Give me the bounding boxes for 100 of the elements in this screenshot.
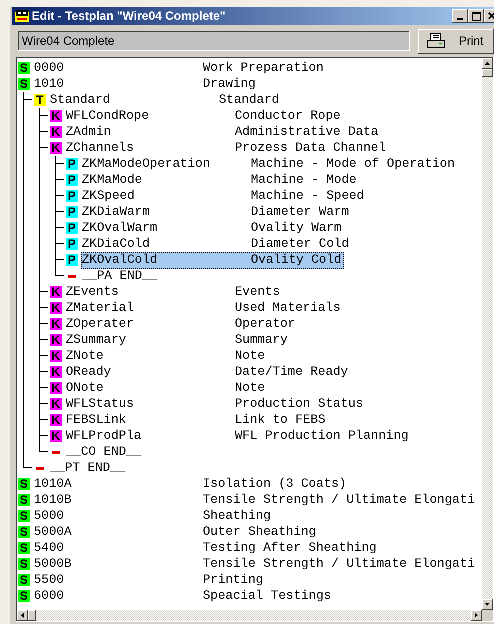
tree-item[interactable]: 5000B Tensile Strength / Ultimate Elongati: [33, 556, 478, 572]
printer-icon: [427, 33, 445, 49]
window-title: Edit - Testplan "Wire04 Complete": [32, 9, 227, 23]
tree-item[interactable]: ZKOvalCold Ovality Cold: [81, 252, 344, 268]
tree-item[interactable]: 6000 Speacial Testings: [33, 588, 334, 604]
tree-item[interactable]: 1010A Isolation (3 Coats): [33, 476, 349, 492]
tree-item[interactable]: __PA END__: [81, 268, 253, 284]
type-badge: S: [18, 494, 30, 506]
type-badge: K: [50, 302, 62, 314]
tree-item[interactable]: ZKMaMode Machine - Mode: [81, 172, 359, 188]
item-code: 1010: [34, 77, 66, 91]
item-code: ZKMaMode: [82, 173, 144, 187]
item-description: Operator: [235, 317, 296, 331]
type-badge: K: [50, 286, 62, 298]
tree-branch-line: [55, 244, 56, 252]
item-code: ZKMaModeOperation: [82, 157, 212, 171]
type-badge: S: [18, 590, 30, 602]
tree-item[interactable]: Standard Standard: [49, 92, 282, 108]
tree-branch-line: [39, 388, 40, 396]
tree-item[interactable]: 5400 Testing After Sheathing: [33, 540, 379, 556]
tree-item[interactable]: ZEvents Events: [65, 284, 282, 300]
tree-item[interactable]: WFLCondRope Conductor Rope: [65, 108, 343, 124]
type-badge: K: [50, 126, 62, 138]
tree-item[interactable]: ONote Note: [65, 380, 268, 396]
tree-connector-line: [55, 172, 64, 180]
tree-item[interactable]: ZOperater Operator: [65, 316, 298, 332]
tree-branch-line: [39, 132, 40, 140]
item-code: ZKDiaWarm: [82, 205, 152, 219]
tree-item[interactable]: ZChannels Prozess Data Channel: [65, 140, 388, 156]
tree-branch-line: [39, 324, 40, 332]
tree-item[interactable]: ZNote Note: [65, 348, 268, 364]
tree-item[interactable]: ZKDiaCold Diameter Cold: [81, 236, 352, 252]
minimize-button[interactable]: [452, 9, 468, 23]
tree-item[interactable]: 5000 Sheathing: [33, 508, 274, 524]
item-code: ONote: [66, 381, 105, 395]
type-badge: S: [18, 542, 30, 554]
tree-item[interactable]: FEBSLink Link to FEBS: [65, 412, 328, 428]
item-code: 5400: [34, 541, 66, 555]
tree-item[interactable]: OReady Date/Time Ready: [65, 364, 350, 380]
scroll-thumb[interactable]: [482, 69, 493, 77]
item-description: Prozess Data Channel: [235, 141, 386, 155]
item-description: Speacial Testings: [203, 589, 332, 603]
type-badge: S: [18, 574, 30, 586]
item-description: Drawing: [203, 77, 256, 91]
tree-item[interactable]: ZMaterial Used Materials: [65, 300, 343, 316]
tree-item[interactable]: ZKOvalWarm Ovality Warm: [81, 220, 344, 236]
tree-connector-line: [39, 364, 48, 372]
tree-item[interactable]: ZKMaModeOperation Machine - Mode of Operation: [81, 156, 458, 172]
vertical-scrollbar[interactable]: [482, 58, 493, 610]
item-code: ZAdmin: [66, 125, 112, 139]
tree-item[interactable]: 1010 Drawing: [33, 76, 258, 92]
type-badge: K: [50, 366, 62, 378]
tree-item[interactable]: WFLProdPla WFL Production Planning: [65, 428, 411, 444]
plan-name-field[interactable]: Wire04 Complete: [18, 31, 410, 51]
item-code: ZKSpeed: [82, 189, 136, 203]
type-badge: T: [34, 94, 46, 106]
item-code: 6000: [34, 589, 66, 603]
tree-connector-line: [39, 380, 48, 388]
item-code: ZKOvalCold: [82, 253, 159, 267]
tree-branch-line: [55, 164, 56, 172]
scroll-thumb[interactable]: [28, 610, 36, 621]
tree-connector-line: [55, 236, 64, 244]
tree-item[interactable]: 0000 Work Preparation: [33, 60, 326, 76]
tree-connector-line: [39, 140, 48, 148]
type-badge: K: [50, 382, 62, 394]
tree-item[interactable]: ZKSpeed Machine - Speed: [81, 188, 366, 204]
end-marker-icon: [52, 450, 60, 454]
tree-connector-line: [39, 316, 48, 324]
tree-branch-line: [39, 356, 40, 364]
type-badge: P: [66, 174, 78, 186]
tree-item[interactable]: __CO END__: [65, 444, 237, 460]
item-description: Machine - Mode of Operation: [251, 157, 456, 171]
type-badge: K: [50, 398, 62, 410]
maximize-button[interactable]: [468, 9, 484, 23]
tree-connector-line: [23, 92, 32, 100]
tree-branch-line: [39, 372, 40, 380]
print-button[interactable]: Print: [418, 28, 494, 54]
tree-connector-line: [39, 412, 48, 420]
tree-item[interactable]: ZKDiaWarm Diameter Warm: [81, 204, 352, 220]
tree-item[interactable]: 5000A Outer Sheathing: [33, 524, 318, 540]
size-grip[interactable]: [482, 610, 493, 621]
item-code: OReady: [66, 365, 112, 379]
tree-item[interactable]: 1010B Tensile Strength / Ultimate Elongati: [33, 492, 478, 508]
end-marker-icon: [36, 466, 44, 470]
scroll-down-arrow-icon: [485, 603, 490, 606]
tree-branch-line: [55, 228, 56, 236]
tree-item[interactable]: ZAdmin Administrative Data: [65, 124, 381, 140]
tree-connector-line: [39, 284, 48, 292]
tree-item[interactable]: ZSummary Summary: [65, 332, 290, 348]
type-badge: S: [18, 526, 30, 538]
item-description: Ovality Warm: [251, 221, 342, 235]
tree-item[interactable]: __PT END__: [49, 460, 221, 476]
tree-item[interactable]: WFLStatus Production Status: [65, 396, 366, 412]
item-code: ZKDiaCold: [82, 237, 152, 251]
tree-item[interactable]: 5500 Printing: [33, 572, 266, 588]
type-badge: S: [18, 478, 30, 490]
tree-connector-line: [55, 188, 64, 196]
tree-connector-line: [55, 156, 64, 164]
item-code: __PT END__: [50, 461, 127, 475]
horizontal-scrollbar[interactable]: [17, 610, 482, 621]
